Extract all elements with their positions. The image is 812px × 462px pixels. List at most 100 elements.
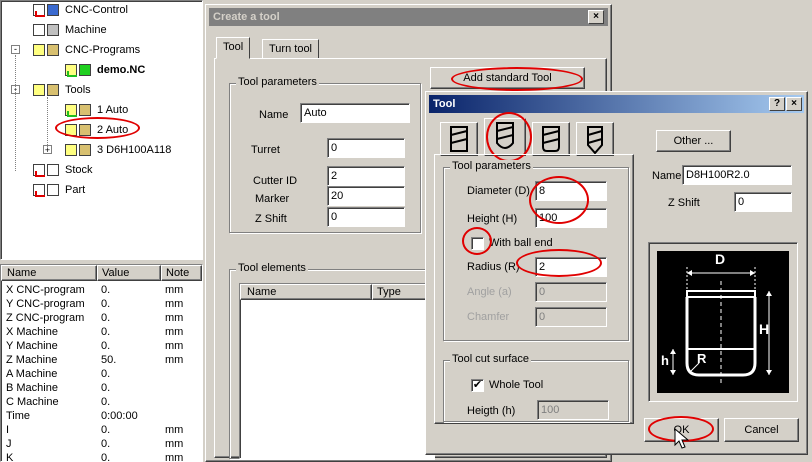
angle-field[interactable]: 0	[535, 282, 607, 302]
chamfer-field[interactable]: 0	[535, 307, 607, 327]
tool-type-tab-drill[interactable]	[576, 122, 614, 156]
tool-elements-list[interactable]: Name Type	[239, 283, 435, 459]
dialog-title: Tool	[433, 98, 456, 110]
column-header-name[interactable]: Name	[240, 284, 372, 300]
row-value: 0.	[101, 326, 111, 338]
grid-header-note[interactable]: Note	[161, 265, 202, 281]
heigth-field[interactable]: 100	[537, 400, 609, 420]
tool-type-tab-ball[interactable]	[484, 118, 526, 156]
table-row[interactable]: Time 0:00:00	[1, 409, 189, 423]
dialog-z-shift-field[interactable]: 0	[734, 192, 792, 212]
tree-item-label: 1 Auto	[97, 104, 129, 116]
tree-item-label: 2 Auto	[97, 124, 129, 136]
diameter-field[interactable]: 8	[535, 181, 607, 201]
tool-dialog-titlebar: Tool	[429, 95, 804, 113]
flat-endmill-icon	[450, 126, 468, 152]
table-row[interactable]: C Machine 0.	[1, 395, 189, 409]
row-name: C Machine	[6, 396, 59, 408]
dialog-name-label: Name	[652, 170, 682, 182]
tree-item-label: CNC-Programs	[65, 44, 141, 56]
tree-item-label: Tools	[65, 84, 91, 96]
dialog-name-field[interactable]: D8H100R2.0	[682, 165, 792, 185]
tree-item-label: Stock	[65, 164, 93, 176]
dialog-z-shift-label: Z Shift	[668, 197, 700, 209]
tree-item-label: 3 D6H100A118	[97, 144, 172, 156]
help-icon[interactable]: ?	[769, 97, 785, 111]
tool-type-tab-radius[interactable]	[532, 122, 570, 156]
row-note: mm	[165, 312, 184, 324]
table-row[interactable]: A Machine 0.	[1, 367, 189, 381]
cancel-button[interactable]: Cancel	[724, 418, 799, 442]
group-title: Tool elements	[236, 262, 308, 274]
close-icon[interactable]: ×	[786, 97, 802, 111]
radius-field[interactable]: 2	[535, 257, 607, 277]
tree-item-tool-3[interactable]: 3 D6H100A118	[65, 141, 171, 159]
tab-tool[interactable]: Tool	[216, 37, 251, 59]
tree-item-demo-nc[interactable]: demo.NC	[65, 61, 145, 79]
row-value: 0.	[101, 382, 111, 394]
table-row[interactable]: Z Machine 50. mm	[1, 353, 189, 367]
tree-item-tool-2[interactable]: 2 Auto	[65, 121, 128, 139]
table-row[interactable]: Y CNC-program 0. mm	[1, 297, 189, 311]
programs-icon	[33, 43, 61, 57]
row-name: J	[6, 438, 12, 450]
close-icon[interactable]: ×	[588, 10, 604, 24]
marker-label: Marker	[255, 193, 290, 205]
row-value: 0.	[101, 424, 111, 436]
add-standard-tool-button[interactable]: Add standard Tool	[430, 67, 585, 89]
table-row[interactable]: I 0. mm	[1, 423, 189, 437]
tree-item-tools[interactable]: Tools	[33, 81, 91, 99]
table-row[interactable]: X Machine 0. mm	[1, 325, 189, 339]
row-note: mm	[165, 284, 184, 296]
row-note: mm	[165, 354, 184, 366]
table-row[interactable]: Z CNC-program 0. mm	[1, 311, 189, 325]
row-value: 0.	[101, 368, 111, 380]
ball-end-checkbox[interactable]	[471, 237, 484, 250]
row-note: mm	[165, 298, 184, 310]
tree-item-cnc-control[interactable]: CNC-Control	[33, 1, 128, 19]
row-name: Y Machine	[6, 340, 58, 352]
row-value: 0.	[101, 312, 111, 324]
turret-field[interactable]: 0	[327, 138, 405, 158]
tools-icon	[33, 83, 61, 97]
ball-end-label: With ball end	[489, 237, 553, 249]
tree-item-label: CNC-Control	[65, 4, 128, 16]
diagram-label-h: H	[759, 321, 770, 337]
other-button[interactable]: Other ...	[656, 130, 731, 152]
whole-tool-label: Whole Tool	[489, 379, 544, 391]
height-field[interactable]: 100	[535, 208, 607, 228]
tool-name-field[interactable]: Auto	[300, 103, 410, 123]
mouse-cursor-icon	[674, 428, 690, 449]
table-row[interactable]: J 0. mm	[1, 437, 189, 451]
table-row[interactable]: B Machine 0.	[1, 381, 189, 395]
marker-field[interactable]: 20	[327, 186, 405, 206]
row-note: mm	[165, 340, 184, 352]
tab-turn-tool[interactable]: Turn tool	[262, 39, 320, 59]
z-shift-field[interactable]: 0	[327, 207, 405, 227]
tool-type-tab-flat[interactable]	[440, 122, 478, 156]
tool-dialog: Tool ? × Tool parameters Diameter (D) 8 …	[425, 91, 808, 455]
project-tree: CNC-Control Machine - - + CNC-Programs d…	[0, 0, 203, 260]
turret-label: Turret	[251, 144, 280, 156]
green-marker-icon	[67, 111, 77, 117]
collapse-programs-icon[interactable]: -	[11, 45, 20, 54]
table-row[interactable]: X CNC-program 0. mm	[1, 283, 189, 297]
table-row[interactable]: K 0. mm	[1, 451, 189, 461]
row-name: Z CNC-program	[6, 312, 85, 324]
cutter-id-field[interactable]: 2	[327, 166, 405, 186]
radius-label: Radius (R)	[467, 261, 520, 273]
diagram-label-d: D	[715, 251, 726, 267]
chamfer-label: Chamfer	[467, 311, 510, 323]
row-value: 0.	[101, 340, 111, 352]
tree-item-machine[interactable]: Machine	[33, 21, 107, 39]
whole-tool-checkbox[interactable]: ✔	[471, 379, 484, 392]
grid-header-value[interactable]: Value	[97, 265, 161, 281]
table-row[interactable]: Y Machine 0. mm	[1, 339, 189, 353]
tree-item-cnc-programs[interactable]: CNC-Programs	[33, 41, 140, 59]
group-title: Tool parameters	[236, 76, 319, 88]
tool-params-panel: Tool parameters Diameter (D) 8 Height (H…	[434, 154, 634, 424]
z-shift-label: Z Shift	[255, 213, 287, 225]
diameter-label: Diameter (D)	[467, 185, 530, 197]
tree-item-label: demo.NC	[97, 64, 146, 76]
grid-header-name[interactable]: Name	[1, 265, 97, 281]
